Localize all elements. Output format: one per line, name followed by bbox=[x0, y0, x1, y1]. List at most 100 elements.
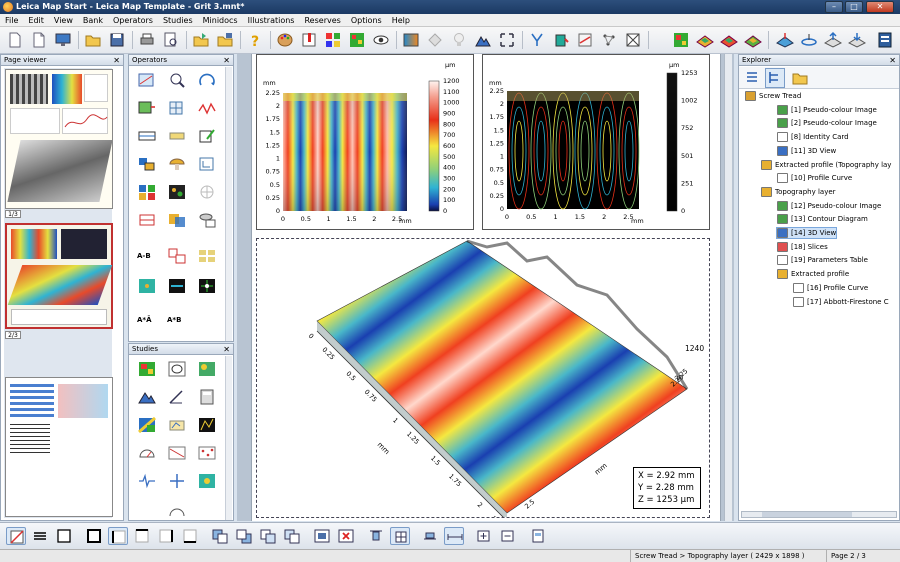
operator-retouch-icon[interactable] bbox=[197, 127, 217, 145]
save-icon[interactable] bbox=[108, 31, 126, 49]
operator-levelling-icon[interactable] bbox=[137, 71, 157, 89]
explorer-tree-item[interactable]: [13] Contour Diagram bbox=[777, 214, 868, 225]
operator-merge-icon[interactable] bbox=[167, 247, 187, 265]
operator-nm-icon[interactable] bbox=[197, 211, 217, 229]
fit-icon[interactable] bbox=[498, 31, 516, 49]
explorer-tree-item[interactable]: [11] 3D View bbox=[777, 145, 836, 156]
pseudo-colour-icon[interactable] bbox=[348, 31, 366, 49]
study-calculator-icon[interactable] bbox=[197, 388, 217, 406]
surface-mesh[interactable] bbox=[316, 240, 688, 514]
levelling-icon[interactable] bbox=[576, 31, 594, 49]
explorer-tree-item[interactable]: Screw Tread bbox=[745, 91, 801, 101]
close-button[interactable]: ✕ bbox=[866, 1, 894, 13]
operator-autocorrelation-icon[interactable] bbox=[137, 277, 157, 295]
zoom-out-icon[interactable] bbox=[498, 527, 518, 545]
operator-particles-icon[interactable] bbox=[167, 183, 187, 201]
monitor-icon[interactable] bbox=[54, 31, 72, 49]
operator-colour-icon[interactable] bbox=[167, 211, 187, 229]
explorer-tree-item[interactable]: [16] Profile Curve bbox=[793, 282, 868, 293]
menu-operators[interactable]: Operators bbox=[108, 14, 158, 26]
study-volume-icon[interactable] bbox=[167, 416, 187, 434]
thin-frame-icon[interactable] bbox=[54, 527, 74, 545]
document-scrollbar[interactable] bbox=[724, 54, 732, 521]
page-thumbnail-3[interactable] bbox=[5, 377, 113, 517]
minimize-button[interactable]: – bbox=[825, 1, 843, 13]
study-photo-icon[interactable] bbox=[197, 360, 217, 378]
explorer-tree-item[interactable]: [17] Abbott-Firestone C bbox=[793, 296, 889, 307]
layers-icon[interactable] bbox=[324, 31, 342, 49]
new-page-icon[interactable] bbox=[30, 31, 48, 49]
thick-frame-icon[interactable] bbox=[84, 527, 104, 545]
send-back-icon[interactable] bbox=[234, 527, 254, 545]
study-slope-icon[interactable] bbox=[167, 388, 187, 406]
rotate-icon[interactable] bbox=[800, 31, 818, 49]
3d-view-frame[interactable]: 00.250.50.7511.251.51.7522.25 2.52.252.2… bbox=[256, 238, 710, 530]
maximize-button[interactable]: □ bbox=[845, 1, 863, 13]
no-border-icon[interactable] bbox=[6, 527, 26, 545]
operators-scrollbar[interactable] bbox=[225, 67, 232, 341]
explorer-hscrollbar[interactable] bbox=[741, 511, 897, 518]
frame-right-icon[interactable] bbox=[156, 527, 176, 545]
3d-view-icon[interactable] bbox=[474, 31, 492, 49]
study-dots-icon[interactable] bbox=[197, 444, 217, 462]
study-spectrum-icon[interactable] bbox=[197, 472, 217, 490]
close-icon[interactable]: ✕ bbox=[223, 344, 230, 355]
filter-icon[interactable] bbox=[528, 31, 546, 49]
explorer-tree-item[interactable]: Topography layer bbox=[761, 186, 836, 197]
print-preview-icon[interactable] bbox=[162, 31, 180, 49]
operator-intercorrelation-icon[interactable] bbox=[167, 277, 187, 295]
operator-stitch-icon[interactable] bbox=[137, 211, 157, 229]
save-study-icon[interactable] bbox=[216, 31, 234, 49]
distribute-icon[interactable] bbox=[420, 527, 440, 545]
help-icon[interactable]: ? bbox=[246, 31, 264, 50]
explorer-tree-item[interactable]: [1] Pseudo-colour Image bbox=[777, 104, 877, 115]
operator-grid-icon[interactable] bbox=[197, 183, 217, 201]
frame-bottom-icon[interactable] bbox=[180, 527, 200, 545]
bring-forward-icon[interactable] bbox=[258, 527, 278, 545]
menu-reserves[interactable]: Reserves bbox=[299, 14, 345, 26]
menu-bank[interactable]: Bank bbox=[78, 14, 108, 26]
explorer-tree-item[interactable]: Extracted profile (Topography lay bbox=[761, 159, 891, 170]
operator-rotate-icon[interactable] bbox=[197, 71, 217, 89]
menu-help[interactable]: Help bbox=[387, 14, 415, 26]
study-image-icon[interactable] bbox=[672, 31, 690, 49]
align-center-icon[interactable] bbox=[390, 527, 410, 545]
same-width-icon[interactable] bbox=[444, 527, 464, 545]
menu-minidocs[interactable]: Minidocs bbox=[198, 14, 243, 26]
study-gauge-icon[interactable] bbox=[137, 444, 157, 462]
menu-edit[interactable]: Edit bbox=[23, 14, 49, 26]
operator-thresholding-icon[interactable] bbox=[137, 127, 157, 145]
eye-icon[interactable] bbox=[372, 31, 390, 49]
explorer-tree-item[interactable]: Extracted profile bbox=[777, 269, 849, 280]
explorer-tree-item[interactable]: [18] Slices bbox=[777, 241, 828, 252]
frame-left-icon[interactable] bbox=[108, 527, 128, 545]
study-histogram-icon[interactable] bbox=[197, 416, 217, 434]
operator-tiles-icon[interactable] bbox=[197, 247, 217, 265]
menu-options[interactable]: Options bbox=[346, 14, 387, 26]
bring-front-icon[interactable] bbox=[210, 527, 230, 545]
red-mark-icon[interactable] bbox=[300, 31, 318, 49]
operator-fft-icon[interactable] bbox=[197, 277, 217, 295]
study-pseudo-colour-icon[interactable] bbox=[137, 360, 157, 378]
operator-extract-icon[interactable] bbox=[137, 99, 157, 117]
operator-mushroom-icon[interactable] bbox=[167, 155, 187, 173]
image-icon[interactable] bbox=[402, 31, 420, 49]
studies-scrollbar[interactable] bbox=[225, 356, 232, 520]
page-thumbnail-1[interactable] bbox=[5, 69, 113, 209]
diamond-icon[interactable] bbox=[426, 31, 444, 49]
open-folder-icon[interactable] bbox=[84, 31, 102, 49]
folder-icon[interactable] bbox=[791, 69, 809, 87]
explorer-tree-item[interactable]: [14] 3D View bbox=[775, 227, 838, 239]
contour-frame[interactable]: 2.25 2 1.75 1.5 1.25 1 0.75 0.5 0.25 0 0 0.5 1 1.5 2 2.… bbox=[482, 54, 710, 230]
study-3d-icon[interactable] bbox=[137, 388, 157, 406]
surface-red-icon[interactable] bbox=[720, 31, 738, 49]
study-map-icon[interactable] bbox=[167, 444, 187, 462]
operator-zoom-icon[interactable] bbox=[167, 71, 187, 89]
menu-view[interactable]: View bbox=[49, 14, 78, 26]
fill-icon[interactable] bbox=[552, 31, 570, 49]
explorer-tree-item[interactable]: [19] Parameters Table bbox=[777, 255, 868, 266]
crop-icon[interactable] bbox=[624, 31, 642, 49]
operator-fill-icon[interactable] bbox=[167, 127, 187, 145]
operator-profile-icon[interactable] bbox=[197, 99, 217, 117]
operator-a-times-b[interactable]: A*B bbox=[167, 311, 187, 329]
